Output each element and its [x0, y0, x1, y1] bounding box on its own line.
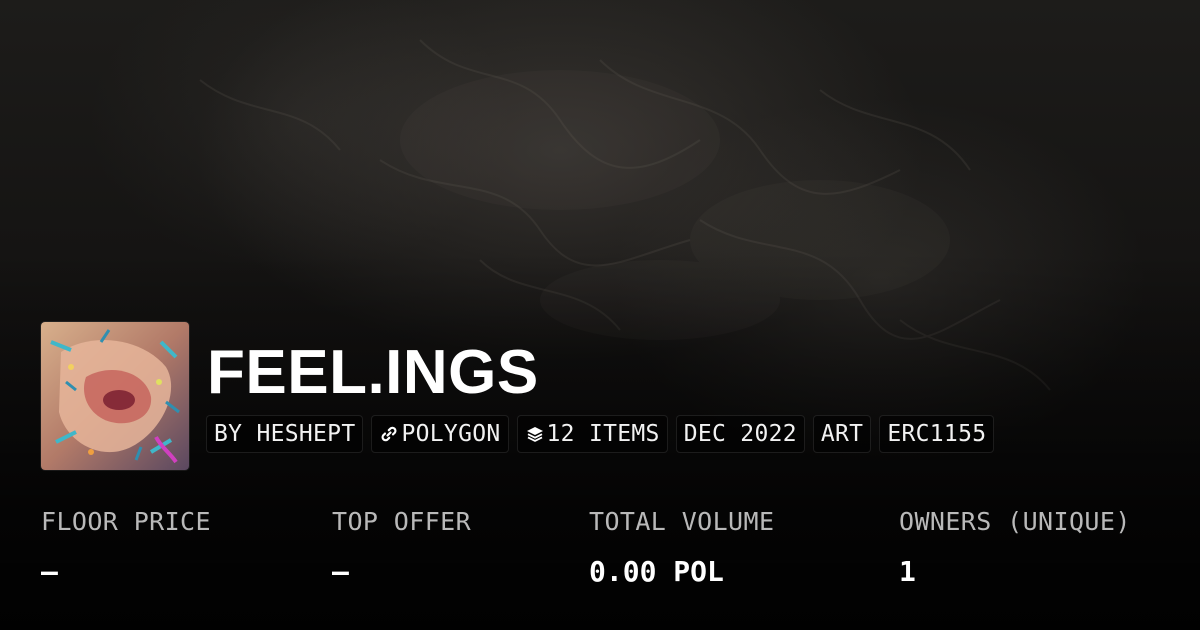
stat-floor-price: FLOOR PRICE –: [41, 505, 211, 590]
token-standard-tag[interactable]: ERC1155: [879, 415, 995, 453]
items-count-tag[interactable]: 12 ITEMS: [516, 415, 668, 453]
creator-tag-label: BY HESHEPT: [214, 421, 356, 447]
stat-floor-price-value: –: [41, 555, 58, 588]
stat-top-offer-label: TOP OFFER: [332, 507, 472, 536]
collection-share-card: FEEL.INGS BY HESHEPT POLYGON 12 ITEMS DE…: [0, 0, 1200, 630]
date-tag-label: DEC 2022: [683, 421, 797, 447]
collection-tags: BY HESHEPT POLYGON 12 ITEMS DEC 2022 ART…: [206, 415, 995, 453]
date-tag[interactable]: DEC 2022: [675, 415, 805, 453]
stat-total-volume-value: 0.00 POL: [589, 555, 724, 588]
creator-tag[interactable]: BY HESHEPT: [206, 415, 364, 453]
layers-icon: [525, 424, 545, 444]
collection-thumbnail[interactable]: [41, 322, 189, 470]
stat-total-volume-label: TOTAL VOLUME: [589, 507, 775, 536]
collection-stats: FLOOR PRICE – TOP OFFER – TOTAL VOLUME 0…: [41, 505, 1171, 605]
category-tag-label: ART: [820, 421, 864, 447]
chain-tag[interactable]: POLYGON: [371, 415, 509, 453]
stat-total-volume: TOTAL VOLUME 0.00 POL: [589, 505, 774, 590]
collection-artwork-thumbnail: [41, 322, 189, 470]
stat-owners: OWNERS (UNIQUE) 1: [899, 505, 1131, 590]
stat-floor-price-label: FLOOR PRICE: [41, 507, 211, 536]
items-count-tag-label: 12 ITEMS: [546, 421, 660, 447]
chain-tag-label: POLYGON: [401, 421, 501, 447]
collection-title: FEEL.INGS: [207, 338, 539, 407]
chain-link-icon: [379, 424, 399, 444]
stat-top-offer: TOP OFFER –: [332, 505, 471, 590]
stat-owners-value: 1: [899, 555, 916, 588]
token-standard-tag-label: ERC1155: [887, 421, 987, 447]
category-tag[interactable]: ART: [812, 415, 872, 453]
stat-top-offer-value: –: [332, 555, 349, 588]
stat-owners-label: OWNERS (UNIQUE): [899, 507, 1131, 536]
